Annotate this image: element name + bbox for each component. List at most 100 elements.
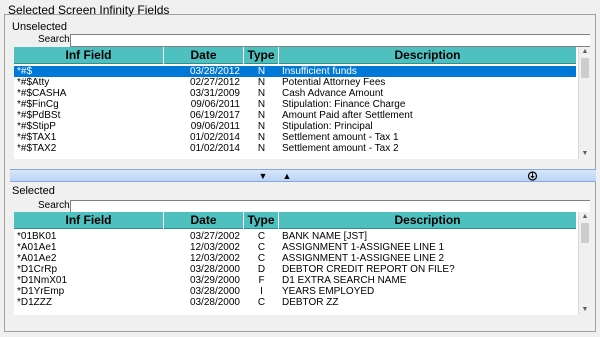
table-row[interactable]: *#$ 03/28/2012 N Insufficient funds [14,66,576,77]
col-date[interactable]: Date [164,47,244,64]
cell-type: C [257,242,266,253]
table-row[interactable]: *D1NmX01 03/29/2000 F D1 EXTRA SEARCH NAME [14,275,576,286]
col-inf-field[interactable]: Inf Field [14,47,164,64]
refresh-button[interactable] [527,171,538,181]
cell-date: 03/27/2002 [189,231,240,242]
cell-description: Stipulation: Principal [282,121,373,132]
scroll-up-icon[interactable]: ▲ [579,47,590,57]
table-row[interactable]: *#$FinCg 09/06/2011 N Stipulation: Finance … [14,99,576,110]
cell-type: N [257,132,266,143]
unselected-search-label: Search [38,34,70,45]
table-row[interactable]: *D1CrRp 03/28/2000 D DEBTOR CREDIT REPORT O… [14,264,576,275]
table-row[interactable]: *#$CASHA 03/31/2009 N Cash Advance Amount [14,88,576,99]
col-type[interactable]: Type [244,212,279,229]
cell-date: 03/28/2000 [189,264,240,275]
table-row[interactable]: *D1ZZZ 03/28/2000 C DEBTOR ZZ [14,297,576,308]
selected-title: Selected [10,185,57,197]
cell-description: Insufficient funds [282,66,357,77]
cell-type: C [257,297,266,308]
move-down-button[interactable]: ▼ [256,170,270,182]
unselected-search-input[interactable] [70,34,590,47]
table-row[interactable]: *01BK01 03/27/2002 C BANK NAME [JST] [14,231,576,242]
table-row[interactable]: *A01Ae1 12/03/2002 C ASSIGNMENT 1-ASSIGNEE … [14,242,576,253]
cell-type: C [257,253,266,264]
cell-description: ASSIGNMENT 1-ASSIGNEE LINE 2 [282,253,445,264]
unselected-group: Unselected Search Inf Field Date Type De… [10,21,590,161]
scroll-thumb[interactable] [581,58,589,78]
cell-inf-field: *A01Ae2 [17,253,57,264]
triangle-up-icon: ▲ [282,171,292,181]
selected-grid-header: Inf Field Date Type Description [14,212,576,229]
cell-inf-field: *D1CrRp [17,264,58,275]
eye-refresh-icon [527,171,538,181]
cell-inf-field: *D1NmX01 [17,275,68,286]
table-row[interactable]: *#$TAX1 01/02/2014 N Settlement amount - Ta… [14,132,576,143]
col-date[interactable]: Date [164,212,244,229]
cell-type: N [257,121,266,132]
cell-inf-field: *D1ZZZ [17,297,52,308]
cell-description: Amount Paid after Settlement [282,110,413,121]
cell-date: 12/03/2002 [189,242,240,253]
scroll-down-icon[interactable]: ▼ [579,149,590,159]
unselected-grid-header: Inf Field Date Type Description [14,47,576,64]
cell-description: Settlement amount - Tax 1 [282,132,399,143]
cell-type: F [258,275,265,286]
cell-type: N [257,77,266,88]
cell-inf-field: *#$TAX2 [17,143,57,154]
cell-date: 03/29/2000 [189,275,240,286]
cell-description: DEBTOR CREDIT REPORT ON FILE? [282,264,455,275]
cell-type: N [257,66,266,77]
table-row[interactable]: *#$StipP 09/06/2011 N Stipulation: Principa… [14,121,576,132]
scroll-up-icon[interactable]: ▲ [579,212,590,222]
table-row[interactable]: *D1YrEmp 03/28/2000 I YEARS EMPLOYED [14,286,576,297]
cell-description: Stipulation: Finance Charge [282,99,406,110]
cell-description: Cash Advance Amount [282,88,384,99]
cell-type: I [260,286,263,297]
col-type[interactable]: Type [244,47,279,64]
cell-date: 01/02/2014 [189,143,240,154]
cell-date: 09/06/2011 [190,121,240,132]
cell-inf-field: *A01Ae1 [17,242,57,253]
cell-type: N [257,99,266,110]
cell-type: D [257,264,266,275]
selected-group: Selected Search Inf Field Date Type Desc… [10,185,590,321]
cell-date: 03/31/2009 [189,88,240,99]
cell-type: C [257,231,266,242]
cell-date: 12/03/2002 [189,253,240,264]
cell-type: N [257,88,266,99]
move-up-button[interactable]: ▲ [280,170,294,182]
unselected-grid[interactable]: Inf Field Date Type Description *#$ 03/28… [14,47,590,159]
triangle-down-icon: ▼ [258,171,268,181]
selected-search-label: Search [38,200,70,211]
cell-inf-field: *#$Atty [17,77,50,88]
cell-description: Settlement amount - Tax 2 [282,143,399,154]
cell-description: BANK NAME [JST] [282,231,368,242]
cell-date: 02/27/2012 [189,77,240,88]
cell-inf-field: *#$TAX1 [17,132,57,143]
selected-grid[interactable]: Inf Field Date Type Description *01BK01 0… [14,212,590,315]
scroll-thumb[interactable] [581,223,589,243]
table-row[interactable]: *#$Atty 02/27/2012 N Potential Attorney Fee… [14,77,576,88]
cell-description: Potential Attorney Fees [282,77,386,88]
selected-scrollbar[interactable]: ▲ ▼ [578,212,590,315]
unselected-scrollbar[interactable]: ▲ ▼ [578,47,590,159]
col-description[interactable]: Description [279,47,576,64]
table-row[interactable]: *A01Ae2 12/03/2002 C ASSIGNMENT 1-ASSIGNEE … [14,253,576,264]
selected-rows: *01BK01 03/27/2002 C BANK NAME [JST] *A01Ae1… [14,230,576,315]
cell-description: YEARS EMPLOYED [282,286,375,297]
cell-inf-field: *#$PdBSt [17,110,61,121]
cell-inf-field: *#$FinCg [17,99,59,110]
cell-description: DEBTOR ZZ [282,297,339,308]
col-description[interactable]: Description [279,212,576,229]
cell-date: 03/28/2012 [189,66,240,77]
cell-inf-field: *#$ [17,66,33,77]
scroll-down-icon[interactable]: ▼ [579,305,590,315]
table-row[interactable]: *#$TAX2 01/02/2014 N Settlement amount - Ta… [14,143,576,154]
col-inf-field[interactable]: Inf Field [14,212,164,229]
cell-type: N [257,110,266,121]
cell-date: 03/28/2000 [189,297,240,308]
cell-date: 09/06/2011 [190,99,240,110]
cell-date: 06/19/2017 [189,110,240,121]
cell-date: 03/28/2000 [189,286,240,297]
table-row[interactable]: *#$PdBSt 06/19/2017 N Amount Paid after Set… [14,110,576,121]
